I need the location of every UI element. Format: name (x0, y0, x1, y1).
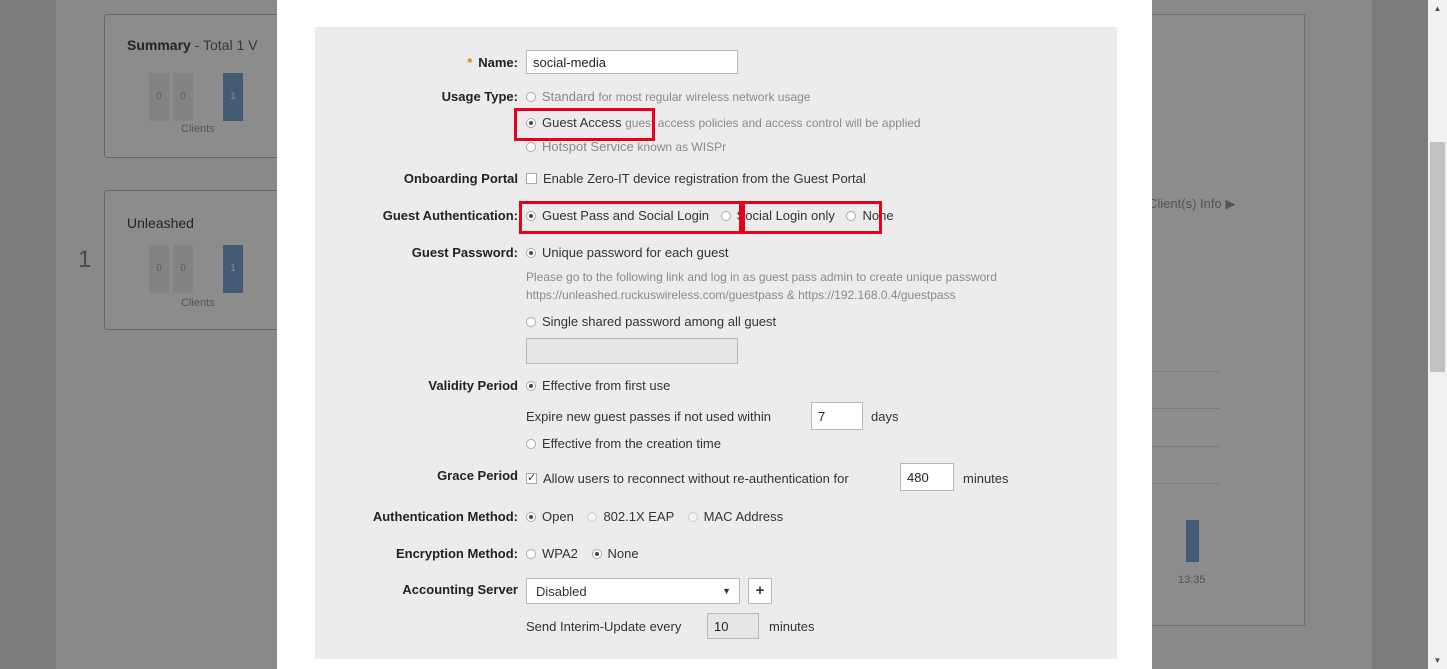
highlight-guest-access (514, 108, 655, 141)
interim-update-unit: minutes (769, 619, 815, 634)
zero-it-checkbox[interactable]: Enable Zero-IT device registration from … (526, 171, 866, 186)
radio-icon[interactable] (687, 512, 698, 522)
interim-update-prefix: Send Interim-Update every (526, 619, 682, 634)
scroll-up-icon[interactable]: ▲ (1428, 0, 1447, 17)
radio-icon[interactable] (587, 512, 598, 522)
validity-period-label: Validity Period (428, 378, 518, 393)
guest-authentication-label: Guest Authentication: (382, 208, 518, 223)
scroll-down-icon[interactable]: ▼ (1428, 652, 1447, 669)
guest-password-label: Guest Password: (411, 245, 518, 260)
highlight-social-only (742, 201, 882, 234)
expire-prefix-text: Expire new guest passes if not used with… (526, 409, 771, 424)
accounting-server-row: Accounting Server Disabled ▼ + (315, 578, 1117, 608)
shared-password-input[interactable] (526, 338, 738, 364)
accounting-server-select[interactable]: Disabled ▼ (526, 578, 740, 604)
scroll-thumb[interactable] (1430, 142, 1445, 372)
radio-selected-icon[interactable] (526, 248, 536, 258)
radio-selected-icon[interactable] (591, 549, 602, 559)
name-input[interactable] (526, 50, 738, 74)
page-scrollbar[interactable]: ▲ ▼ (1428, 0, 1447, 669)
radio-icon[interactable] (526, 317, 536, 327)
usage-type-label: Usage Type: (441, 89, 518, 104)
validity-creation-time-option[interactable]: Effective from the creation time (526, 436, 721, 451)
wlan-edit-dialog: *Name: Usage Type: Standard for most reg… (277, 0, 1152, 669)
encryption-wpa2-option[interactable]: WPA2 (526, 546, 578, 561)
interim-update-input[interactable] (707, 613, 759, 639)
validity-first-use-option[interactable]: Effective from first use (526, 378, 670, 393)
authentication-method-options: Open 802.1X EAP MAC Address (526, 509, 783, 524)
grace-period-checkbox[interactable]: Allow users to reconnect without re-auth… (526, 471, 849, 486)
grace-period-input[interactable] (900, 463, 954, 491)
highlight-guest-pass-social (519, 201, 742, 234)
auth-open-option[interactable]: Open (526, 509, 574, 524)
auth-8021x-option[interactable]: 802.1X EAP (587, 509, 674, 524)
radio-icon[interactable] (526, 92, 536, 102)
name-label: * Name: (467, 55, 518, 70)
guest-password-help-line2: https://unleashed.ruckuswireless.com/gue… (526, 288, 956, 302)
accounting-server-label: Accounting Server (402, 582, 518, 597)
encryption-none-option[interactable]: None (591, 546, 639, 561)
radio-selected-icon[interactable] (526, 381, 536, 391)
encryption-method-options: WPA2 None (526, 546, 639, 561)
grace-period-unit: minutes (963, 471, 1009, 486)
radio-selected-icon[interactable] (526, 512, 536, 522)
dropdown-caret-icon: ▼ (722, 586, 731, 596)
radio-icon[interactable] (526, 549, 536, 559)
radio-icon[interactable] (526, 142, 536, 152)
expire-unit-text: days (871, 409, 899, 424)
guest-password-unique-option[interactable]: Unique password for each guest (526, 245, 728, 260)
encryption-method-label: Encryption Method: (395, 546, 518, 561)
radio-icon[interactable] (526, 439, 536, 449)
guest-password-help-line1: Please go to the following link and log … (526, 270, 997, 284)
onboarding-portal-label: Onboarding Portal (403, 171, 518, 186)
wlan-form: *Name: Usage Type: Standard for most reg… (315, 27, 1117, 659)
add-accounting-server-button[interactable]: + (748, 578, 772, 604)
auth-mac-option[interactable]: MAC Address (687, 509, 783, 524)
authentication-method-label: Authentication Method: (372, 509, 518, 524)
checkbox-icon[interactable] (526, 173, 537, 184)
grace-period-label: Grace Period (437, 468, 518, 483)
required-mark: * (467, 55, 473, 70)
expire-days-input[interactable] (811, 402, 863, 430)
usage-type-standard-option[interactable]: Standard for most regular wireless netwo… (526, 89, 810, 104)
checkbox-checked-icon[interactable] (526, 471, 537, 484)
guest-password-shared-option[interactable]: Single shared password among all guest (526, 314, 776, 329)
usage-type-hotspot-option[interactable]: Hotspot Service known as WISPr (526, 139, 726, 154)
